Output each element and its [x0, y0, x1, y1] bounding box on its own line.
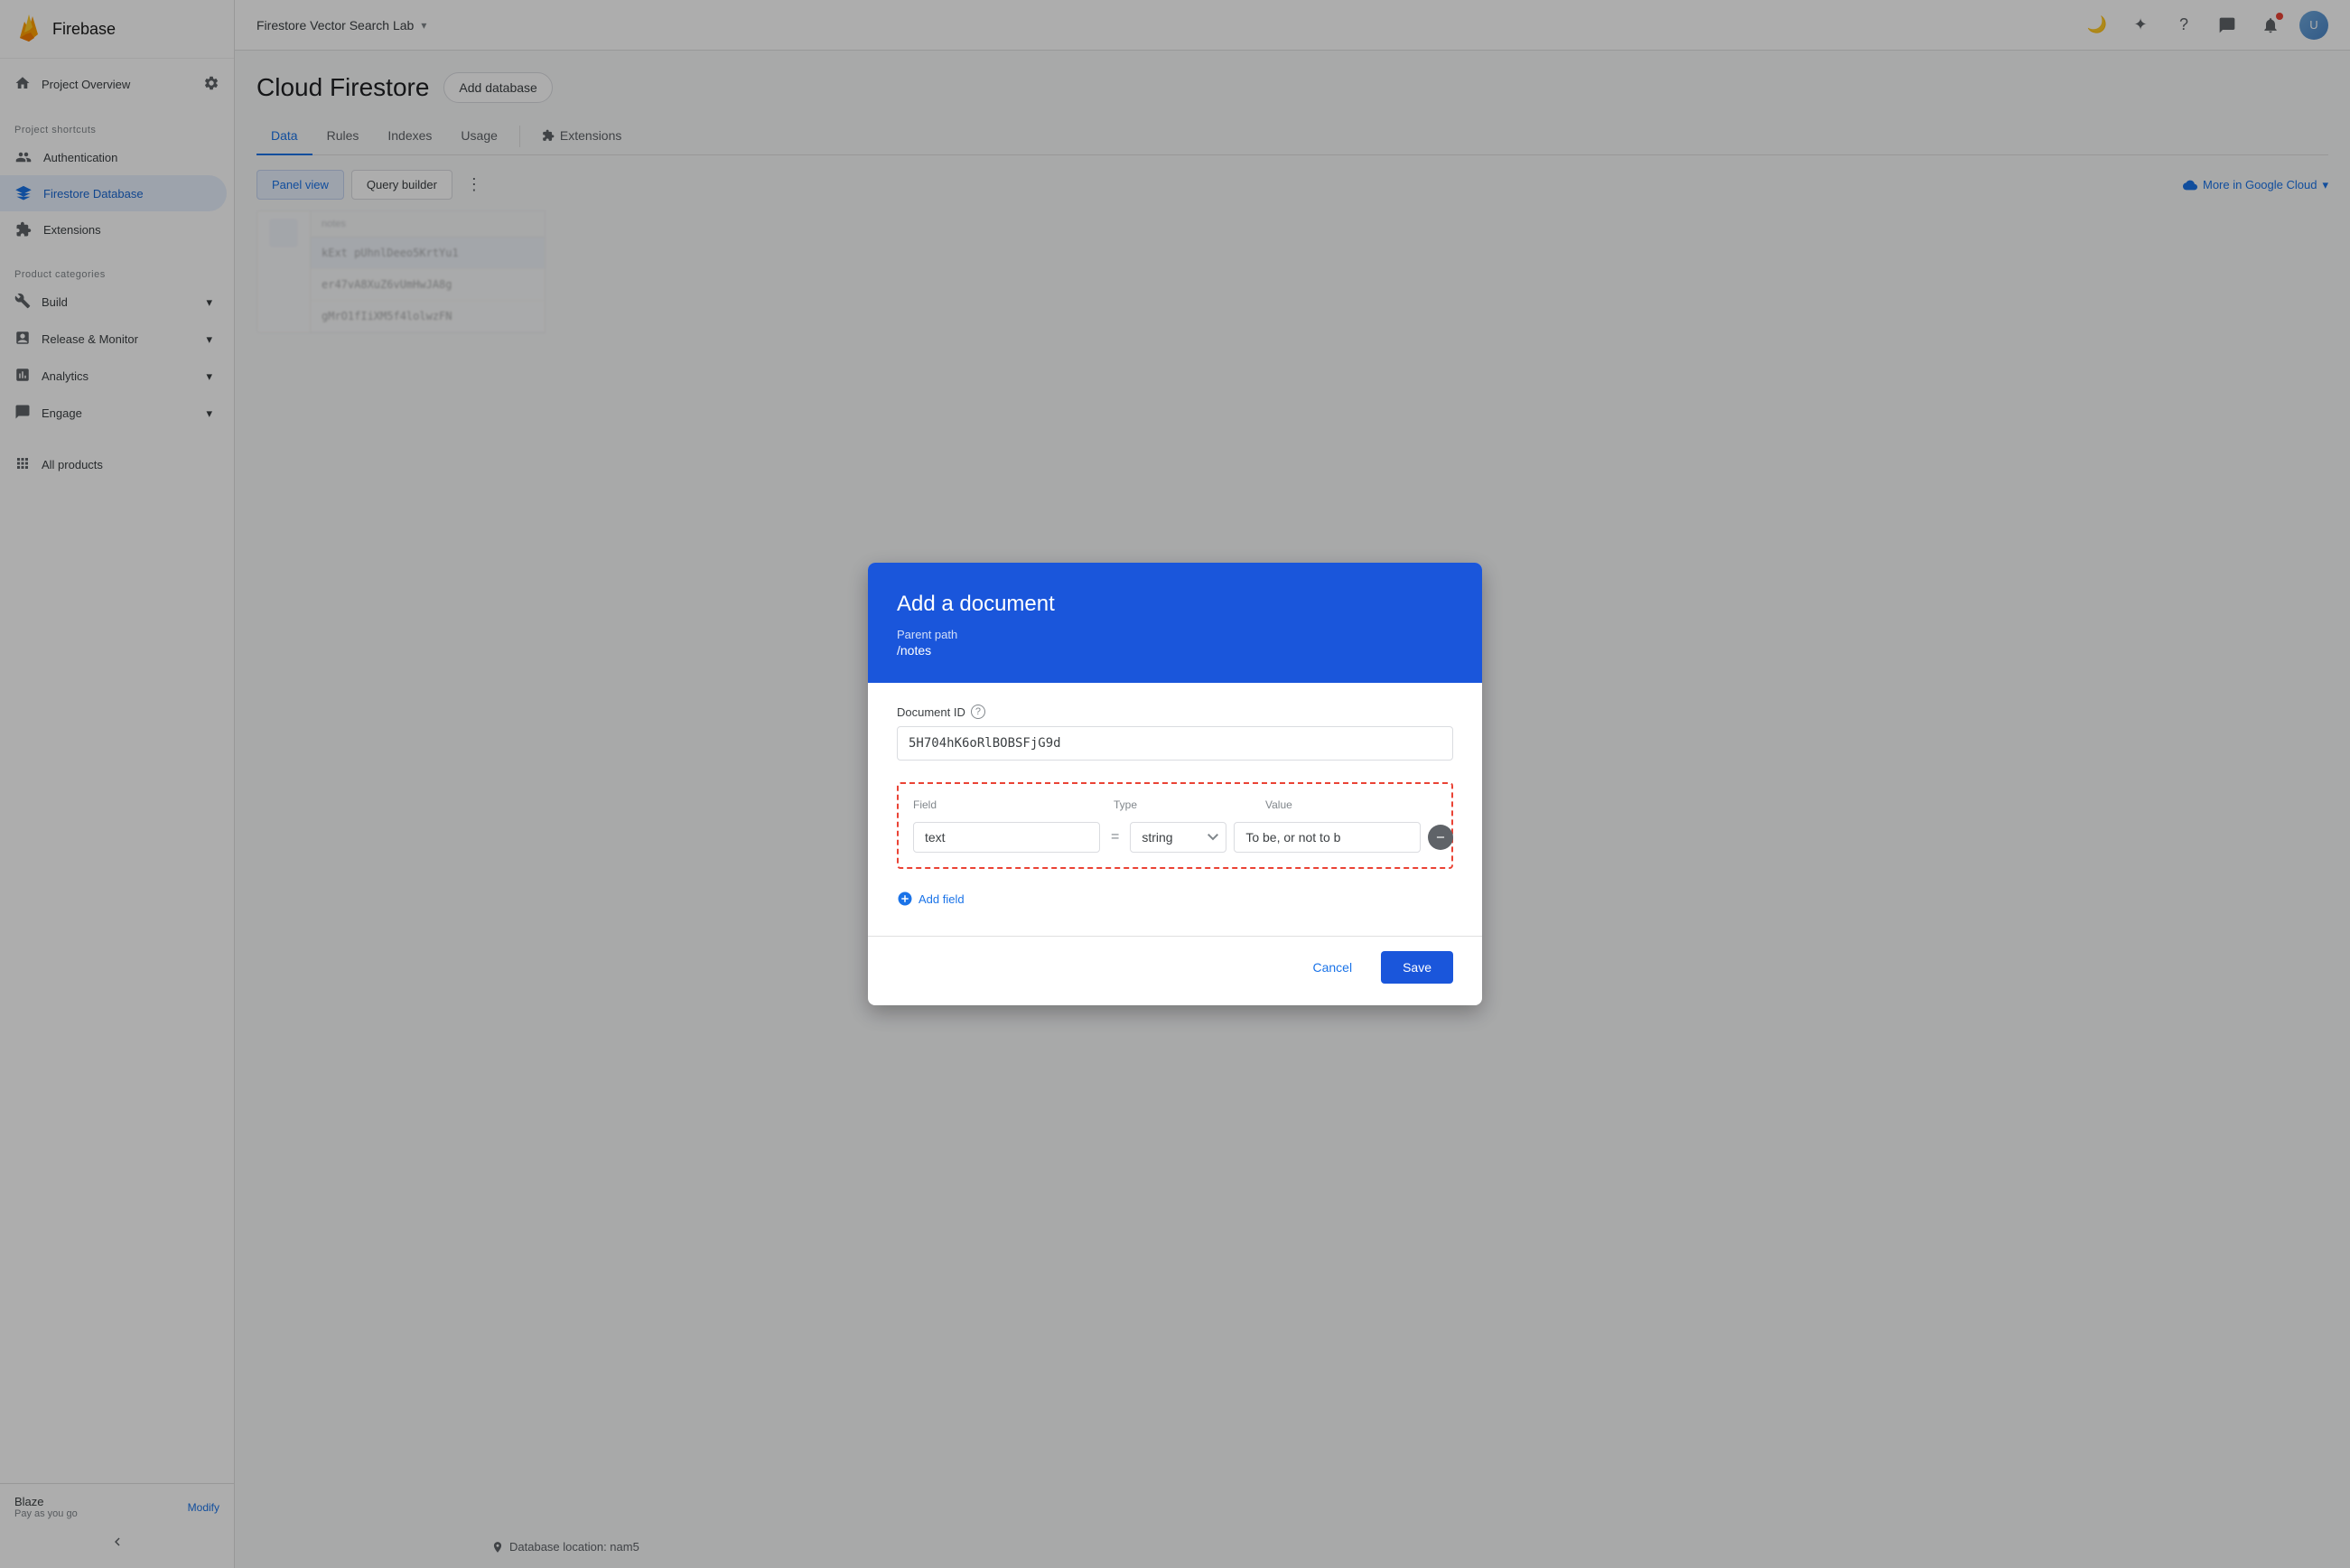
cancel-button[interactable]: Cancel [1291, 951, 1374, 984]
modal-overlay[interactable]: Add a document Parent path /notes Docume… [0, 0, 2350, 1568]
fields-section: Field Type Value = string number boolean… [897, 782, 1453, 869]
equals-sign: = [1107, 829, 1123, 845]
add-field-label: Add field [919, 892, 965, 906]
add-field-button[interactable]: Add field [897, 883, 1453, 914]
dialog-parent-path-label: Parent path [897, 628, 1453, 641]
document-id-label: Document ID ? [897, 705, 1453, 719]
value-col-header: Value [1265, 798, 1437, 811]
remove-field-button[interactable] [1428, 825, 1453, 850]
dialog-body: Document ID ? Field Type Value = [868, 683, 1482, 936]
field-value-input[interactable] [1234, 822, 1421, 853]
dialog-parent-path-value: /notes [897, 643, 1453, 658]
add-document-dialog: Add a document Parent path /notes Docume… [868, 563, 1482, 1005]
add-field-icon [897, 891, 913, 907]
type-col-header: Type [1114, 798, 1258, 811]
document-id-section: Document ID ? [897, 705, 1453, 761]
field-row-1: = string number boolean map array null t… [913, 822, 1437, 853]
save-button[interactable]: Save [1381, 951, 1453, 984]
field-type-select[interactable]: string number boolean map array null tim… [1130, 822, 1226, 853]
field-col-header: Field [913, 798, 1085, 811]
document-id-help-icon[interactable]: ? [971, 705, 985, 719]
dialog-footer: Cancel Save [868, 936, 1482, 1005]
dialog-title: Add a document [897, 592, 1453, 617]
document-id-input[interactable] [897, 726, 1453, 761]
field-name-input[interactable] [913, 822, 1100, 853]
dialog-header: Add a document Parent path /notes [868, 563, 1482, 683]
fields-column-headers: Field Type Value [913, 798, 1437, 811]
